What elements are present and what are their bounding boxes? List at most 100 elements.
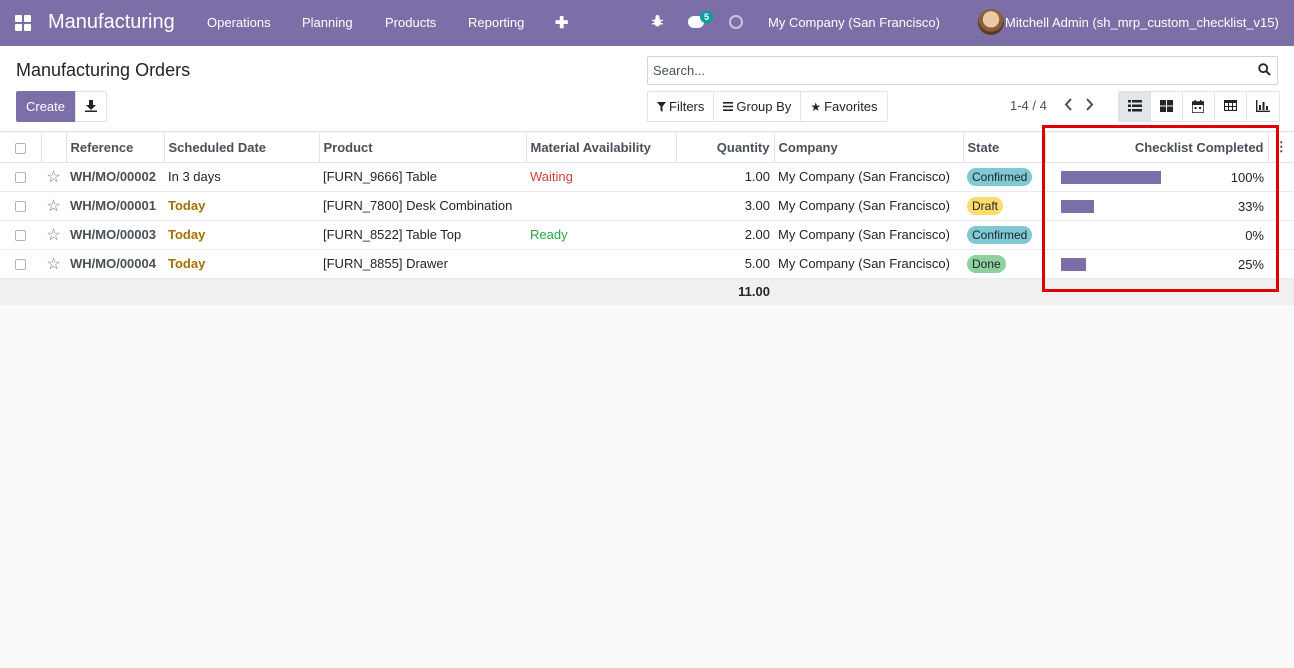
view-switcher	[1118, 91, 1280, 122]
user-menu[interactable]: Mitchell Admin (sh_mrp_custom_checklist_…	[1005, 15, 1279, 30]
menu-planning[interactable]: Planning	[302, 15, 353, 30]
bar-chart-icon	[1256, 100, 1270, 112]
search-input[interactable]	[653, 63, 1243, 78]
column-header-company[interactable]: Company	[774, 133, 964, 163]
cell-checklist-completed: 33%	[1045, 191, 1268, 221]
table-row[interactable]: ☆ WH/MO/00002 In 3 days [FURN_9666] Table Wa…	[0, 162, 1294, 192]
row-favorite-cell[interactable]: ☆	[41, 220, 66, 250]
cell-state: Confirmed	[963, 162, 1045, 192]
cell-empty	[1268, 191, 1294, 221]
column-header-state[interactable]: State	[963, 133, 1046, 163]
page-title: Manufacturing Orders	[16, 60, 191, 80]
graph-view-button[interactable]	[1247, 92, 1279, 121]
app-title[interactable]: Manufacturing	[48, 11, 175, 34]
filters-button[interactable]: Filters	[648, 92, 715, 121]
search-icon[interactable]	[1258, 63, 1271, 76]
list-view-button[interactable]	[1119, 92, 1151, 121]
search-options: Filters Group By ★ Favorites	[647, 91, 888, 122]
list-icon	[1128, 100, 1142, 112]
row-checkbox[interactable]	[15, 259, 26, 271]
company-switcher[interactable]: My Company (San Francisco)	[768, 15, 940, 30]
cell-empty	[1268, 249, 1294, 279]
cell-reference: WH/MO/00003	[66, 220, 164, 250]
download-button[interactable]	[75, 91, 107, 122]
pivot-view-button[interactable]	[1215, 92, 1247, 121]
row-favorite-cell[interactable]: ☆	[41, 162, 66, 192]
row-select-cell[interactable]	[0, 249, 41, 279]
table-row[interactable]: ☆ WH/MO/00003 Today [FURN_8522] Table Top Re…	[0, 220, 1294, 250]
row-select-cell[interactable]	[0, 220, 41, 250]
pager-value[interactable]: 1-4 / 4	[1010, 98, 1047, 113]
row-favorite-cell[interactable]: ☆	[41, 249, 66, 279]
column-header-quantity[interactable]: Quantity	[676, 133, 775, 163]
cell-scheduled-date: Today	[164, 249, 319, 279]
menu-operations[interactable]: Operations	[207, 15, 271, 30]
row-checkbox[interactable]	[15, 201, 26, 213]
column-header-scheduled-date[interactable]: Scheduled Date	[164, 133, 320, 163]
checklist-progress: 100%	[1049, 163, 1264, 191]
ellipsis-vertical-icon[interactable]: ⋮	[1275, 139, 1288, 154]
select-all-checkbox[interactable]	[14, 142, 26, 154]
chevron-left-icon[interactable]	[1063, 98, 1073, 111]
cell-quantity: 2.00	[676, 220, 774, 250]
table-row[interactable]: ☆ WH/MO/00001 Today [FURN_7800] Desk Combin…	[0, 191, 1294, 221]
control-panel: Manufacturing Orders Create Filters Grou…	[0, 46, 1294, 132]
progress-track	[1061, 170, 1161, 184]
state-badge: Draft	[967, 196, 1004, 215]
search-box[interactable]	[647, 56, 1278, 85]
column-header-material-availability[interactable]: Material Availability	[526, 133, 677, 163]
menu-products[interactable]: Products	[385, 15, 436, 30]
calendar-view-button[interactable]	[1183, 92, 1215, 121]
cell-product: [FURN_7800] Desk Combination	[319, 191, 526, 221]
cell-checklist-completed: 100%	[1045, 162, 1268, 192]
plus-icon[interactable]: ✚	[555, 13, 568, 33]
row-checkbox[interactable]	[15, 230, 26, 242]
filter-icon	[657, 101, 666, 112]
groupby-label: Group By	[736, 99, 792, 114]
cell-quantity: 5.00	[676, 249, 774, 279]
cell-reference: WH/MO/00002	[66, 162, 164, 192]
column-header-product[interactable]: Product	[319, 133, 527, 163]
cell-quantity: 1.00	[676, 162, 774, 192]
create-button[interactable]: Create	[16, 91, 75, 122]
row-select-cell[interactable]	[0, 191, 41, 221]
clock-icon[interactable]	[729, 15, 743, 29]
star-outline-icon[interactable]: ☆	[46, 198, 60, 215]
cell-quantity: 3.00	[676, 191, 774, 221]
cell-empty	[1268, 220, 1294, 250]
optional-columns-toggle[interactable]: ⋮	[1268, 133, 1294, 163]
row-checkbox[interactable]	[15, 172, 26, 184]
star-outline-icon[interactable]: ☆	[46, 227, 60, 244]
bug-icon[interactable]	[651, 14, 664, 28]
apps-grid-icon[interactable]	[15, 15, 32, 31]
progress-track	[1061, 228, 1161, 242]
select-all-cell[interactable]	[0, 133, 42, 163]
progress-fill	[1061, 170, 1161, 184]
cell-material-availability: Ready	[526, 220, 676, 250]
cell-company: My Company (San Francisco)	[774, 162, 963, 192]
cell-material-availability: Waiting	[526, 162, 676, 192]
row-select-cell[interactable]	[0, 162, 41, 192]
table-row[interactable]: ☆ WH/MO/00004 Today [FURN_8855] Drawer 5.00 M…	[0, 249, 1294, 279]
column-header-reference[interactable]: Reference	[66, 133, 165, 163]
manufacturing-orders-table: Reference Scheduled Date Product Materia…	[0, 133, 1294, 305]
table-icon	[1224, 100, 1237, 111]
favorites-button[interactable]: ★ Favorites	[801, 92, 886, 121]
menu-reporting[interactable]: Reporting	[468, 15, 524, 30]
star-outline-icon[interactable]: ☆	[46, 256, 60, 273]
kanban-view-button[interactable]	[1151, 92, 1183, 121]
progress-track	[1061, 257, 1161, 271]
groupby-button[interactable]: Group By	[714, 92, 802, 121]
favorite-header	[41, 133, 67, 163]
totals-spacer-right	[774, 278, 1294, 305]
chevron-right-icon[interactable]	[1085, 98, 1095, 111]
star-outline-icon[interactable]: ☆	[46, 169, 60, 186]
bars-icon	[723, 102, 734, 111]
column-header-checklist-completed[interactable]: Checklist Completed	[1045, 133, 1269, 163]
cell-material-availability	[526, 249, 676, 279]
row-favorite-cell[interactable]: ☆	[41, 191, 66, 221]
checklist-progress: 0%	[1049, 221, 1264, 249]
user-avatar[interactable]	[978, 9, 1004, 35]
messages-badge: 5	[700, 11, 714, 23]
calendar-icon	[1192, 100, 1204, 113]
